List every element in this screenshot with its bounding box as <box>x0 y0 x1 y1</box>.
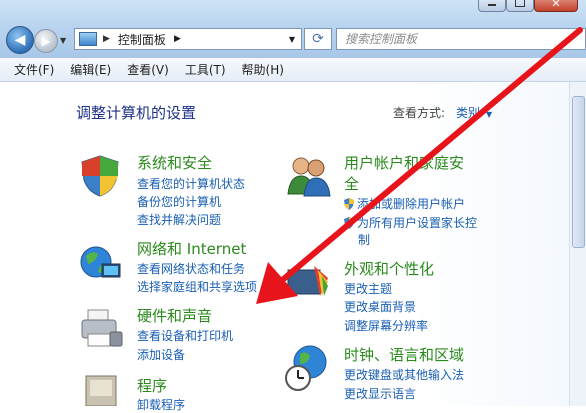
breadcrumb-control-panel[interactable]: 控制面板 <box>118 31 166 48</box>
appearance-icon[interactable] <box>284 262 330 304</box>
category-network-internet[interactable]: 网络和 Internet <box>137 238 246 259</box>
navigation-bar: ✕ ◀ ▶ ▼ ▶ 控制面板 ▶ ▼ ⟳ <box>0 0 586 58</box>
view-by-label: 查看方式: <box>393 106 446 120</box>
category-appearance[interactable]: 外观和个性化 <box>344 258 434 279</box>
category-clock-language-region[interactable]: 时钟、语言和区域 <box>344 344 464 365</box>
clock-globe-icon[interactable] <box>284 344 330 392</box>
close-button[interactable]: ✕ <box>534 0 578 12</box>
menu-tools[interactable]: 工具(T) <box>185 61 226 78</box>
link-add-remove-accounts-label: 添加或删除用户帐户 <box>357 197 466 211</box>
link-view-network-status[interactable]: 查看网络状态和任务 <box>137 260 245 277</box>
link-add-device[interactable]: 添加设备 <box>137 346 185 363</box>
address-bar[interactable]: ▶ 控制面板 ▶ ▼ <box>74 28 302 50</box>
uac-shield-icon <box>344 217 354 229</box>
category-system-security[interactable]: 系统和安全 <box>137 152 212 173</box>
menu-help[interactable]: 帮助(H) <box>242 61 284 78</box>
forward-arrow-icon: ▶ <box>41 34 51 48</box>
menu-edit[interactable]: 编辑(E) <box>70 61 111 78</box>
category-hardware-sound[interactable]: 硬件和声音 <box>137 305 212 326</box>
page-title: 调整计算机的设置 <box>76 104 197 122</box>
back-button[interactable]: ◀ <box>6 26 34 54</box>
close-icon: ✕ <box>551 0 561 10</box>
address-dropdown-icon[interactable]: ▼ <box>289 35 295 44</box>
link-parental-controls-label: 为所有用户设置家长控 <box>357 216 478 230</box>
forward-button[interactable]: ▶ <box>34 29 58 53</box>
category-user-accounts-line1[interactable]: 用户帐户和家庭安 <box>344 152 464 173</box>
shield-icon[interactable] <box>78 154 122 198</box>
link-parental-controls-cont[interactable]: 制 <box>358 231 370 248</box>
programs-icon[interactable] <box>80 374 124 406</box>
link-devices-printers[interactable]: 查看设备和打印机 <box>137 327 233 344</box>
link-view-computer-status[interactable]: 查看您的计算机状态 <box>137 175 245 192</box>
link-add-remove-accounts[interactable]: 添加或删除用户帐户 <box>344 195 465 212</box>
refresh-button[interactable]: ⟳ <box>304 28 332 50</box>
uac-shield-icon <box>344 198 354 210</box>
minimize-button[interactable] <box>478 0 506 12</box>
link-change-display-language[interactable]: 更改显示语言 <box>344 385 416 402</box>
link-change-desktop-background[interactable]: 更改桌面背景 <box>344 298 416 315</box>
minimize-icon <box>488 4 496 6</box>
breadcrumb-chevron-icon[interactable]: ▶ <box>174 34 181 44</box>
dropdown-arrow-icon: ▼ <box>486 110 493 119</box>
category-programs[interactable]: 程序 <box>137 375 167 396</box>
menu-view[interactable]: 查看(V) <box>127 61 169 78</box>
network-globe-icon[interactable] <box>78 240 122 284</box>
window-controls: ✕ <box>478 0 578 12</box>
menu-bar: 文件(F) 编辑(E) 查看(V) 工具(T) 帮助(H) <box>0 58 586 82</box>
back-arrow-icon: ◀ <box>14 32 26 48</box>
scrollbar-thumb[interactable] <box>572 96 585 248</box>
printer-icon[interactable] <box>78 306 124 350</box>
control-panel-content: 调整计算机的设置 查看方式: 类别 ▼ 系统和安全 查看您的计算机状态 备份您的计… <box>0 82 586 412</box>
view-by-dropdown[interactable]: 类别 ▼ <box>456 104 492 121</box>
control-panel-icon <box>79 32 97 46</box>
link-change-keyboard[interactable]: 更改键盘或其他输入法 <box>344 366 464 383</box>
refresh-icon: ⟳ <box>312 31 324 47</box>
view-by-value: 类别 <box>456 106 481 120</box>
link-adjust-resolution[interactable]: 调整屏幕分辨率 <box>344 317 428 334</box>
link-parental-controls[interactable]: 为所有用户设置家长控 <box>344 214 477 231</box>
users-icon[interactable] <box>284 152 332 198</box>
category-user-accounts-line2[interactable]: 全 <box>344 173 359 194</box>
menu-file[interactable]: 文件(F) <box>14 61 54 78</box>
link-uninstall-program[interactable]: 卸载程序 <box>137 396 185 413</box>
search-input[interactable] <box>336 28 586 50</box>
link-homegroup-sharing[interactable]: 选择家庭组和共享选项 <box>137 278 257 295</box>
link-change-theme[interactable]: 更改主题 <box>344 280 392 297</box>
vertical-scrollbar[interactable] <box>569 82 586 406</box>
recent-pages-dropdown-icon[interactable]: ▼ <box>60 36 66 45</box>
link-find-fix-problems[interactable]: 查找并解决问题 <box>137 211 221 228</box>
maximize-button[interactable] <box>506 0 534 12</box>
maximize-icon <box>515 0 525 7</box>
breadcrumb-separator-icon[interactable]: ▶ <box>103 34 110 44</box>
link-backup-computer[interactable]: 备份您的计算机 <box>137 193 221 210</box>
